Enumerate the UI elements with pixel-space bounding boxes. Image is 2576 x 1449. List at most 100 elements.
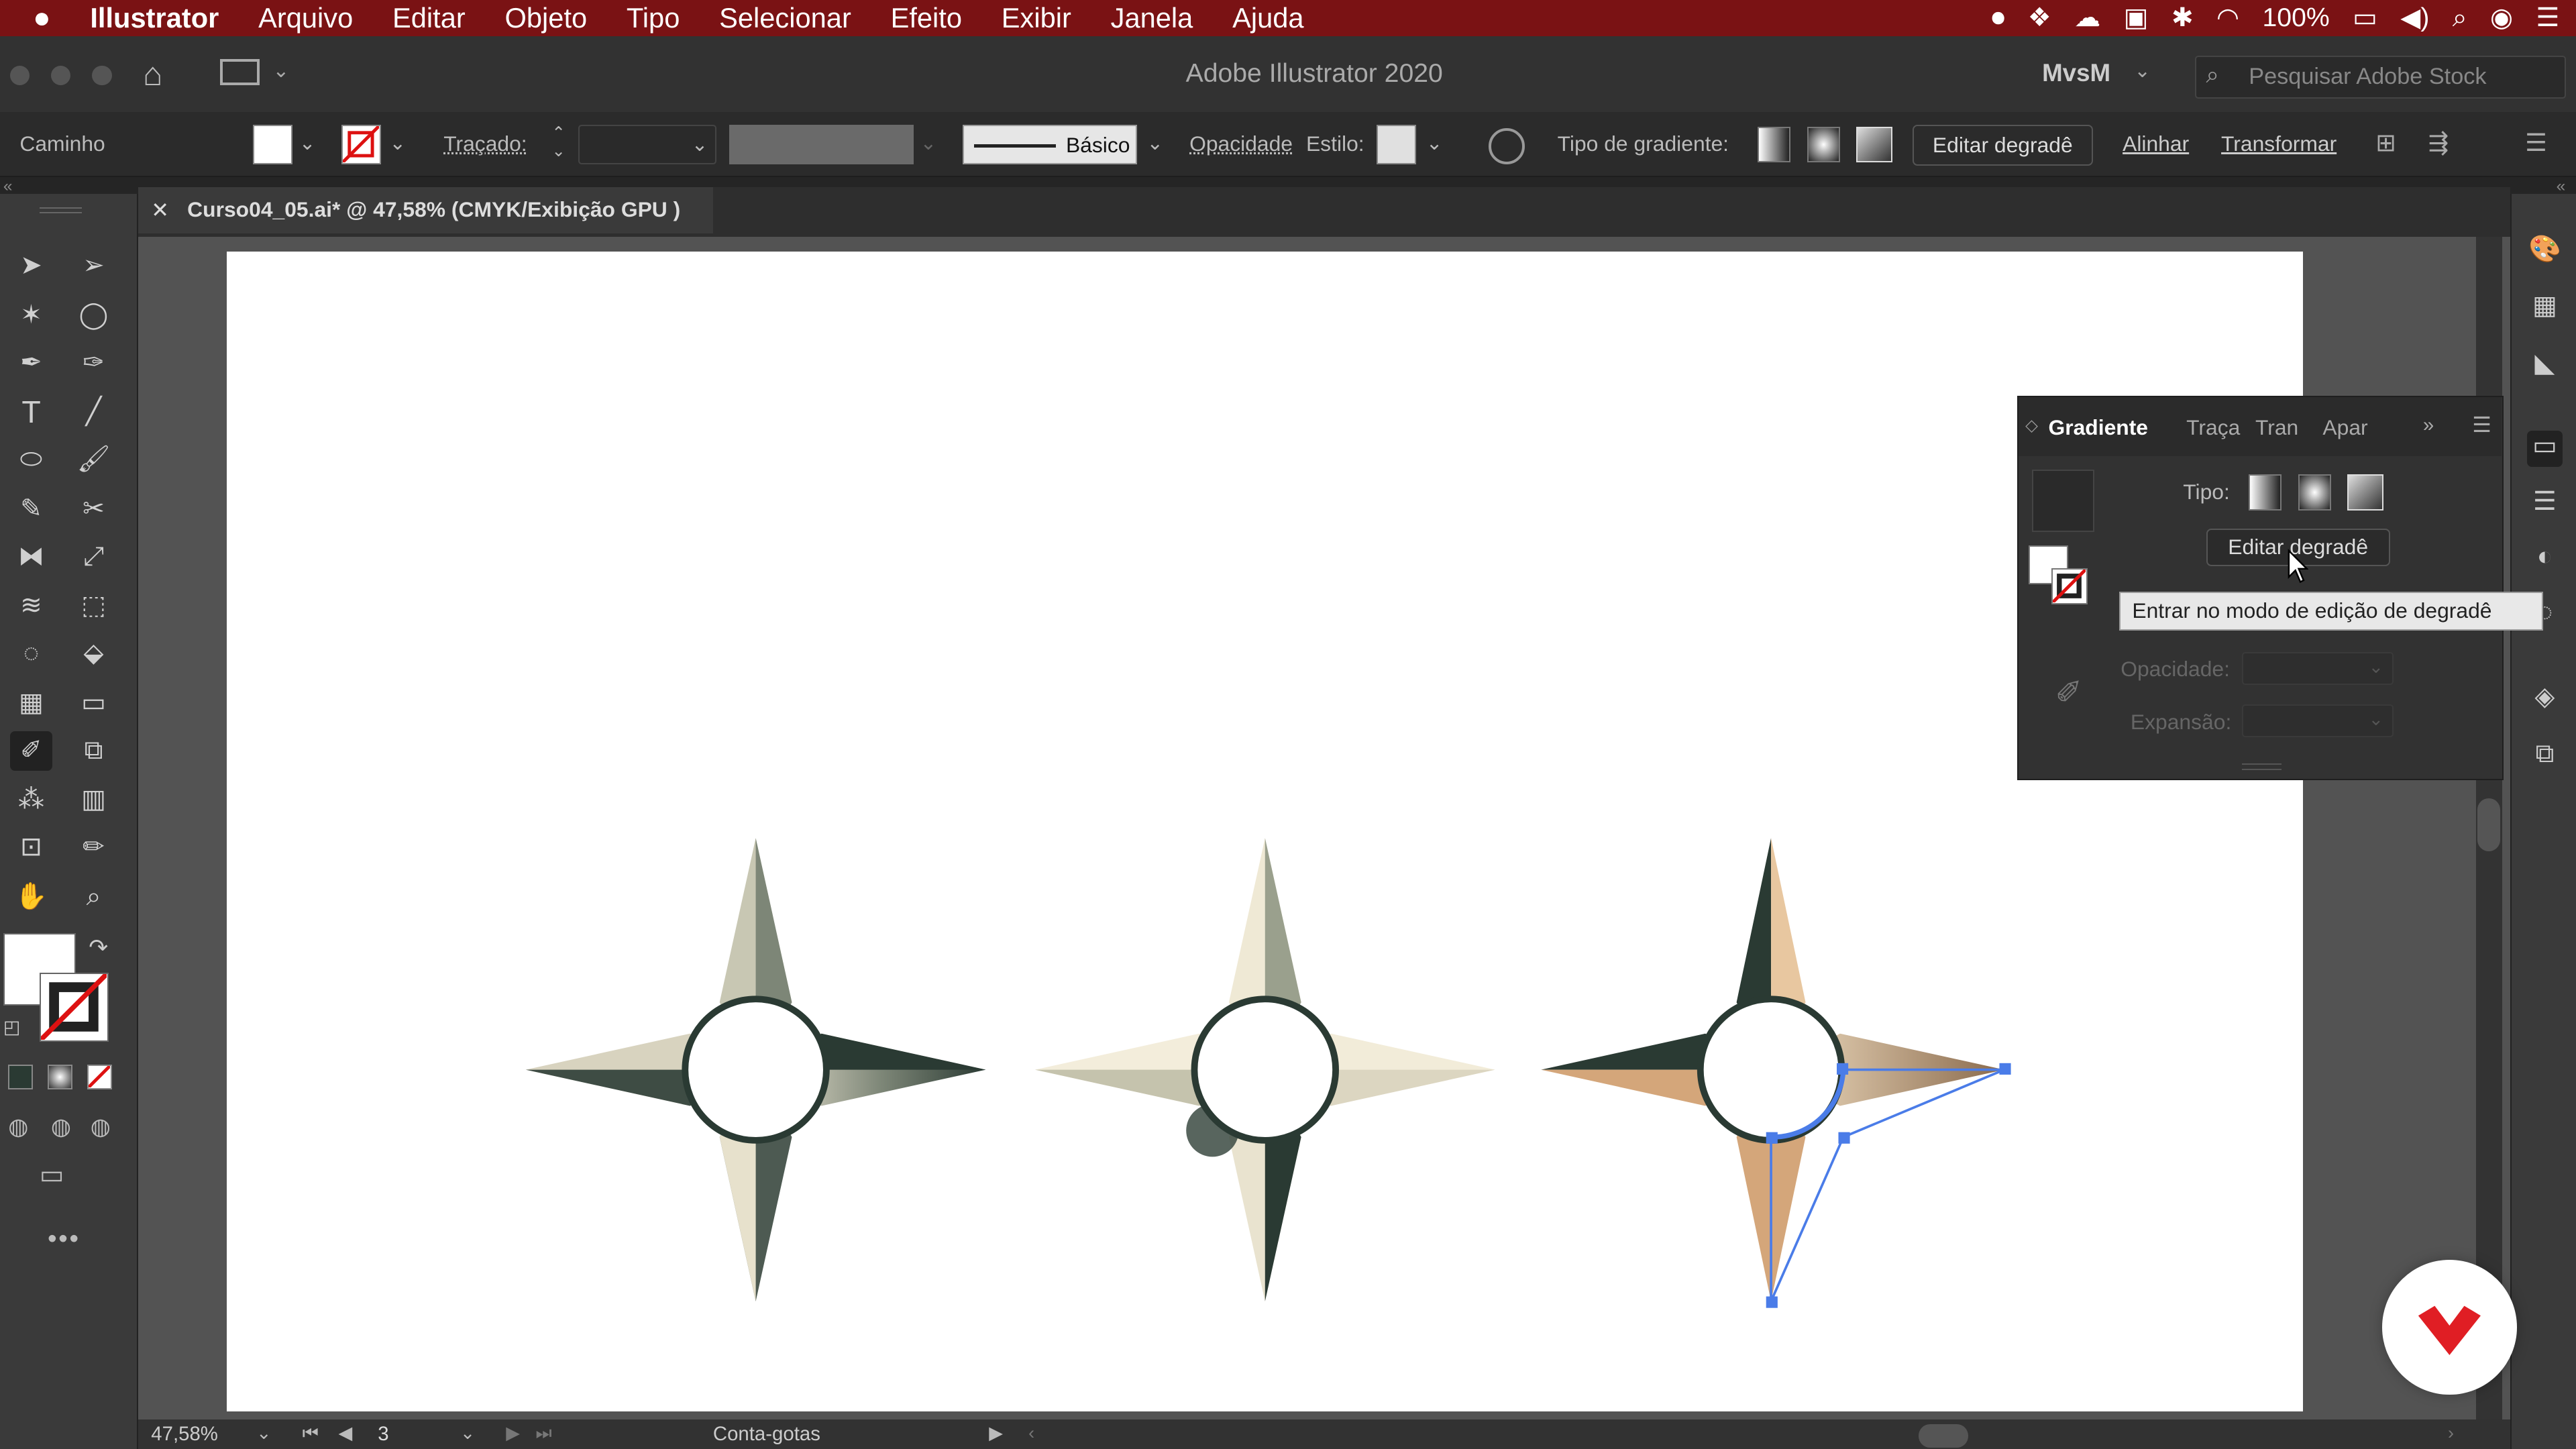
recolor-artwork-icon[interactable] <box>1488 128 1525 164</box>
last-artboard-icon[interactable]: ⏭ <box>535 1423 551 1444</box>
variable-width-profile[interactable] <box>729 125 914 164</box>
spotlight-search-icon[interactable]: ⌕ <box>2453 3 2467 33</box>
chevron-down-icon[interactable]: ⌄ <box>1146 131 1163 155</box>
app-menu[interactable]: Illustrator <box>90 2 219 34</box>
gradient-mode-icon[interactable] <box>48 1064 72 1089</box>
artboards-panel-icon[interactable]: ⧉ <box>2527 739 2563 775</box>
hand-tool-icon[interactable]: ✋ <box>10 877 53 917</box>
chevron-down-icon[interactable]: ⌄ <box>1426 131 1443 155</box>
scale-tool-icon[interactable]: ⤢ <box>72 537 115 577</box>
artboard-tool-icon[interactable]: ⊡ <box>10 828 53 867</box>
siri-icon[interactable]: ◉ <box>2490 3 2513 33</box>
anchor-point[interactable] <box>1836 1063 1849 1075</box>
panel-linear-gradient-button[interactable] <box>2249 474 2282 511</box>
graphic-style-swatch[interactable] <box>1377 125 1417 164</box>
window-zoom-button[interactable] <box>92 65 112 86</box>
panel-menu-icon[interactable]: ☰ <box>2472 412 2491 437</box>
opacity-label[interactable]: Opacidade <box>1189 131 1293 156</box>
transparency-icon[interactable]: ◐ <box>2527 542 2563 578</box>
stock-search-input[interactable]: ⌕ Pesquisar Adobe Stock <box>2194 56 2567 99</box>
menu-tipo[interactable]: Tipo <box>627 2 680 34</box>
bluetooth-icon[interactable]: ✱ <box>2171 3 2194 33</box>
fill-dropdown-icon[interactable]: ⌄ <box>299 131 316 155</box>
edit-gradient-button[interactable]: Editar degradê <box>1912 125 2093 166</box>
stroke-panel-icon[interactable]: ☰ <box>2527 486 2563 523</box>
screen-mode-icon[interactable]: ▭ <box>40 1160 64 1190</box>
volume-icon[interactable]: ◀) <box>2400 3 2429 33</box>
stroke-dropdown-icon[interactable]: ⌄ <box>389 131 406 155</box>
toolbar-grip[interactable] <box>39 207 83 214</box>
stroke-weight-stepper[interactable]: ⌃ ⌄ <box>547 124 570 164</box>
graph-tool-icon[interactable]: ▥ <box>72 780 115 820</box>
scroll-right-icon[interactable]: › <box>2448 1423 2454 1444</box>
document-tab[interactable]: ✕ Curso04_05.ai* @ 47,58% (CMYK/Exibição… <box>138 187 713 233</box>
freeform-gradient-button[interactable] <box>1856 126 1893 163</box>
control-bar-menu-icon[interactable]: ☰ <box>2525 128 2547 157</box>
dropbox-icon[interactable]: ❖ <box>2028 3 2051 33</box>
horizontal-scroll-thumb[interactable] <box>1919 1424 1968 1448</box>
radial-gradient-button[interactable] <box>1807 126 1840 163</box>
apple-menu-icon[interactable]: ● <box>33 1 51 35</box>
chevron-down-icon[interactable]: ⌄ <box>460 1423 476 1444</box>
distribute-icon[interactable]: ⇶ <box>2428 128 2449 157</box>
transform-link[interactable]: Transformar <box>2221 131 2337 156</box>
stroke-none-swatch[interactable] <box>341 125 382 164</box>
wifi-icon[interactable]: ◠ <box>2216 3 2239 33</box>
anchor-point[interactable] <box>1766 1296 1778 1308</box>
slice-tool-icon[interactable]: ✏ <box>72 828 115 867</box>
menu-exibir[interactable]: Exibir <box>1002 2 1071 34</box>
prev-artboard-icon[interactable]: ◀ <box>338 1423 352 1444</box>
anchor-point[interactable] <box>1838 1132 1850 1144</box>
zoom-level[interactable]: 47,58% <box>151 1423 218 1446</box>
stroke-weight-field[interactable]: ⌄ <box>578 125 716 164</box>
tab-gradiente[interactable]: Gradiente <box>2048 415 2148 440</box>
align-link[interactable]: Alinhar <box>2123 131 2189 156</box>
gradient-preview-swatch[interactable] <box>2031 469 2094 532</box>
zoom-tool-icon[interactable]: ⌕ <box>72 877 115 917</box>
blend-tool-icon[interactable]: ⧉ <box>72 731 115 771</box>
mesh-tool-icon[interactable]: ▦ <box>10 684 53 723</box>
tab-tracado[interactable]: Traça <box>2186 415 2240 440</box>
menu-arquivo[interactable]: Arquivo <box>258 2 353 34</box>
scissors-tool-icon[interactable]: ✂ <box>72 490 115 529</box>
anchor-point[interactable] <box>1999 1063 2011 1075</box>
draw-behind-icon[interactable]: ◍ <box>51 1114 71 1140</box>
workspace-switcher[interactable]: MvsM <box>2042 59 2110 87</box>
draw-inside-icon[interactable]: ◍ <box>91 1114 111 1140</box>
fill-swatch[interactable] <box>253 125 292 164</box>
more-tools-icon[interactable]: ••• <box>48 1224 80 1254</box>
close-tab-icon[interactable]: ✕ <box>151 197 169 223</box>
scroll-left-icon[interactable]: ‹ <box>1028 1423 1034 1444</box>
symbol-sprayer-tool-icon[interactable]: ⁂ <box>10 780 53 820</box>
ellipse-tool-icon[interactable]: ⬭ <box>10 440 53 480</box>
lasso-tool-icon[interactable]: ◯ <box>72 296 115 335</box>
opacity-field[interactable]: ⌄ <box>2242 651 2394 685</box>
swatches-icon[interactable]: ▦ <box>2527 290 2563 327</box>
more-tabs-icon[interactable]: » <box>2423 414 2434 437</box>
gradient-tool-icon[interactable]: ▭ <box>72 684 115 723</box>
tab-aparencia[interactable]: Apar <box>2322 415 2367 440</box>
stroke-label[interactable]: Traçado: <box>443 131 527 156</box>
isolate-icon[interactable]: ⊞ <box>2375 128 2396 157</box>
workspace-layout-icon[interactable] <box>220 59 260 86</box>
menu-selecionar[interactable]: Selecionar <box>719 2 851 34</box>
curvature-tool-icon[interactable]: ✑ <box>72 343 115 383</box>
eyedropper-tool-icon[interactable]: ✐ <box>9 731 53 771</box>
anchor-point[interactable] <box>1766 1132 1778 1144</box>
menu-objeto[interactable]: Objeto <box>505 2 588 34</box>
chevron-down-icon[interactable]: ⌄ <box>273 59 290 83</box>
draw-normal-icon[interactable]: ◍ <box>8 1114 28 1140</box>
shape-builder-tool-icon[interactable]: ◌ <box>10 634 53 674</box>
color-guide-icon[interactable]: 🎨 <box>2527 233 2563 270</box>
vertical-scroll-thumb[interactable] <box>2477 798 2501 851</box>
free-transform-tool-icon[interactable]: ⬚ <box>72 586 115 626</box>
selection-tool-icon[interactable]: ➤ <box>10 246 53 286</box>
status-menu-arrow-icon[interactable]: ▶ <box>989 1423 1003 1444</box>
menu-janela[interactable]: Janela <box>1111 2 1193 34</box>
layers-icon[interactable]: ◈ <box>2527 682 2563 718</box>
pencil-tool-icon[interactable]: ✎ <box>10 490 53 529</box>
menu-efeito[interactable]: Efeito <box>891 2 962 34</box>
linear-gradient-button[interactable] <box>1758 126 1791 163</box>
pen-tool-icon[interactable]: ✒ <box>10 343 53 383</box>
line-tool-icon[interactable]: ╱ <box>72 392 115 432</box>
